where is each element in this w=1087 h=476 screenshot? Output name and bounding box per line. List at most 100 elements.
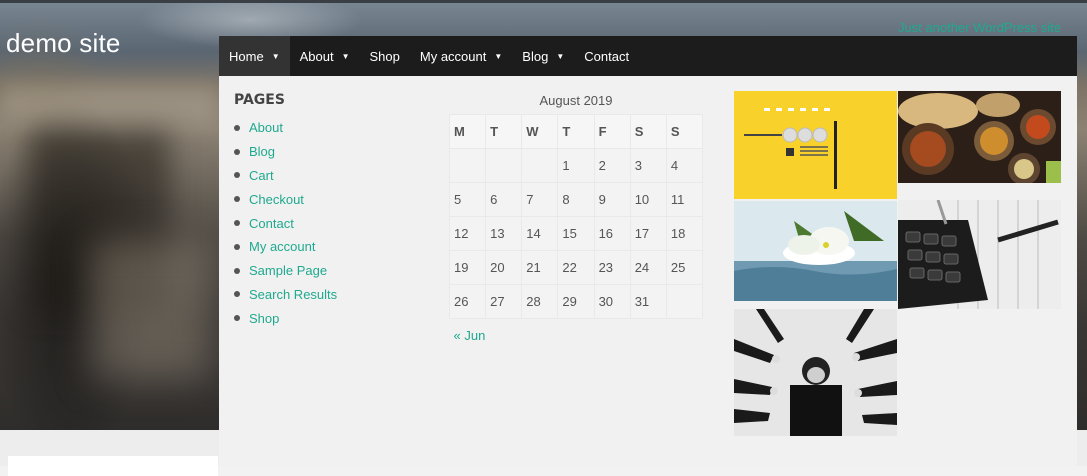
content-card bbox=[8, 456, 218, 476]
calendar-day-header: S bbox=[665, 114, 704, 149]
list-item: Blog bbox=[234, 140, 337, 164]
chevron-down-icon: ▼ bbox=[556, 51, 565, 61]
page-link[interactable]: Contact bbox=[249, 216, 294, 231]
calendar-day-cell: 7 bbox=[521, 182, 559, 217]
nav-item-shop[interactable]: Shop bbox=[360, 36, 410, 76]
calendar-week-row: 26 27 28 29 30 31 bbox=[448, 284, 704, 319]
gallery-image-cutlery[interactable] bbox=[734, 91, 897, 199]
calendar-week-row: 12 13 14 15 16 17 18 bbox=[448, 216, 704, 251]
calendar-day-cell: 15 bbox=[557, 216, 595, 251]
calendar-table: MTWTFSS 1 2 3 4 5 6 7 8 9 10 11 12 13 14 15 16 17 18 19 20 2… bbox=[448, 114, 704, 353]
nav-item-label: About bbox=[299, 48, 334, 64]
page-link[interactable]: Cart bbox=[249, 168, 274, 183]
calendar-day-header: F bbox=[593, 114, 631, 149]
calendar-day-cell: 10 bbox=[629, 182, 667, 217]
bullet-icon bbox=[234, 267, 240, 274]
calendar-week-row: 1234 bbox=[448, 148, 704, 183]
gallery-image-lily[interactable] bbox=[734, 201, 897, 301]
calendar-day-cell bbox=[448, 148, 487, 183]
calendar-day-cell: 29 bbox=[557, 284, 595, 319]
calendar-day-cell: 22 bbox=[557, 250, 595, 285]
nav-item-my-account[interactable]: My account ▼ bbox=[410, 36, 512, 76]
calendar-day-cell: 1 bbox=[557, 148, 595, 183]
bullet-icon bbox=[234, 315, 240, 322]
calendar-day-cell: 11 bbox=[665, 182, 704, 217]
page-link[interactable]: Sample Page bbox=[249, 263, 327, 278]
calendar-day-cell: 25 bbox=[665, 250, 704, 285]
calendar-day-cell: 5 bbox=[448, 182, 487, 217]
page-link[interactable]: Shop bbox=[249, 311, 279, 326]
calendar-day-cell: 9 bbox=[593, 182, 631, 217]
chevron-down-icon: ▼ bbox=[341, 51, 350, 61]
list-item: About bbox=[234, 116, 337, 140]
bullet-icon bbox=[234, 196, 240, 203]
pages-widget-title: PAGES bbox=[234, 92, 285, 108]
calendar-day-cell: 30 bbox=[593, 284, 631, 319]
page-link[interactable]: My account bbox=[249, 239, 315, 254]
bullet-icon bbox=[234, 243, 240, 250]
calendar-day-header: T bbox=[485, 114, 523, 149]
calendar-day-cell: 27 bbox=[485, 284, 523, 319]
list-item: Shop bbox=[234, 306, 337, 330]
calendar-day-cell bbox=[665, 284, 704, 319]
calendar-day-header: M bbox=[448, 114, 487, 149]
bullet-icon bbox=[234, 220, 240, 227]
nav-item-home[interactable]: Home ▼ bbox=[219, 36, 290, 76]
bullet-icon bbox=[234, 124, 240, 131]
calendar-day-cell: 6 bbox=[485, 182, 523, 217]
site-title[interactable]: demo site bbox=[6, 28, 121, 59]
calendar-widget: August 2019 MTWTFSS 1 2 3 4 5 6 7 8 9 10 11 12 13 14 1… bbox=[448, 92, 704, 353]
bullet-icon bbox=[234, 291, 240, 298]
calendar-day-header: T bbox=[557, 114, 595, 149]
gallery-image-pointing-hands[interactable] bbox=[734, 309, 897, 436]
calendar-day-cell: 3 bbox=[629, 148, 667, 183]
nav-item-about[interactable]: About ▼ bbox=[290, 36, 360, 76]
chevron-down-icon: ▼ bbox=[494, 51, 503, 61]
calendar-day-cell: 14 bbox=[521, 216, 559, 251]
calendar-day-cell: 8 bbox=[557, 182, 595, 217]
nav-item-contact[interactable]: Contact bbox=[574, 36, 639, 76]
calendar-week-row: 5 6 7 8 9 10 11 bbox=[448, 182, 704, 217]
calendar-day-cell: 17 bbox=[629, 216, 667, 251]
page-link[interactable]: Blog bbox=[249, 144, 275, 159]
calendar-day-cell: 31 bbox=[629, 284, 667, 319]
calendar-day-cell: 16 bbox=[593, 216, 631, 251]
calendar-day-cell bbox=[521, 148, 559, 183]
calendar-day-header: W bbox=[521, 114, 559, 149]
calendar-prev-cell: « Jun bbox=[450, 319, 486, 353]
calendar-day-cell: 12 bbox=[448, 216, 487, 251]
calendar-day-cell: 19 bbox=[448, 250, 487, 285]
nav-item-label: Shop bbox=[369, 48, 400, 64]
calendar-day-cell: 4 bbox=[665, 148, 704, 183]
pages-list: About Blog Cart Checkout Contact My acco… bbox=[234, 116, 337, 330]
list-item: Search Results bbox=[234, 283, 337, 307]
list-item: Cart bbox=[234, 164, 337, 188]
calendar-day-cell: 26 bbox=[448, 284, 487, 319]
bullet-icon bbox=[234, 172, 240, 179]
calendar-day-cell: 20 bbox=[485, 250, 523, 285]
mega-menu-panel: PAGES About Blog Cart Checkout Contact M… bbox=[219, 76, 1077, 466]
nav-item-label: My account bbox=[419, 48, 487, 64]
chevron-down-icon: ▼ bbox=[271, 51, 280, 61]
image-gallery bbox=[734, 91, 1062, 436]
gallery-image-food[interactable] bbox=[898, 91, 1061, 183]
calendar-day-cell: 24 bbox=[629, 250, 667, 285]
calendar-day-cell: 18 bbox=[665, 216, 704, 251]
page-link[interactable]: Search Results bbox=[249, 287, 337, 302]
list-item: Checkout bbox=[234, 187, 337, 211]
calendar-day-cell: 2 bbox=[593, 148, 631, 183]
calendar-day-header: S bbox=[629, 114, 667, 149]
calendar-day-cell: 21 bbox=[521, 250, 559, 285]
calendar-day-cell: 23 bbox=[593, 250, 631, 285]
calendar-caption: August 2019 bbox=[539, 93, 613, 108]
calendar-day-cell bbox=[485, 148, 523, 183]
nav-item-blog[interactable]: Blog ▼ bbox=[512, 36, 574, 76]
calendar-day-cell: 13 bbox=[485, 216, 523, 251]
page-link[interactable]: About bbox=[249, 120, 283, 135]
calendar-prev-link[interactable]: « Jun bbox=[454, 328, 486, 343]
bullet-icon bbox=[234, 148, 240, 155]
gallery-image-calculator[interactable] bbox=[898, 200, 1061, 309]
calendar-week-row: 19 20 21 22 23 24 25 bbox=[448, 250, 704, 285]
page-link[interactable]: Checkout bbox=[249, 192, 304, 207]
list-item: Sample Page bbox=[234, 259, 337, 283]
